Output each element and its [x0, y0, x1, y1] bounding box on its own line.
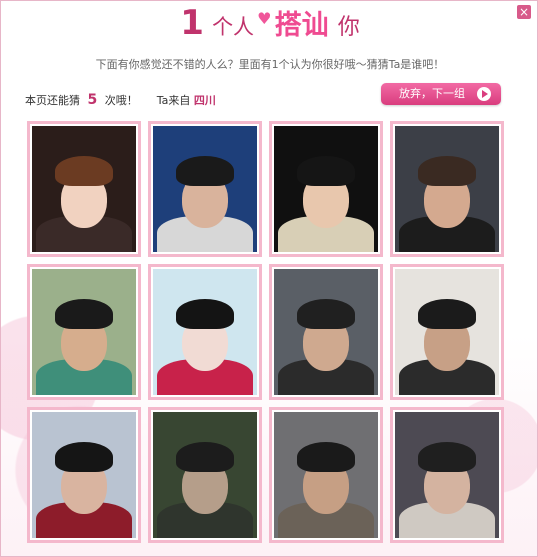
dialog-panel: × 1 个人 ♥ 搭讪 你 下面有你感觉还不错的人么？里面有1个认为你很好哦～猜…	[0, 0, 538, 557]
arrow-right-icon	[477, 87, 491, 101]
guess-suffix: 次哦！	[104, 94, 138, 107]
portrait-image	[395, 126, 499, 252]
portrait-hair	[55, 442, 113, 473]
profile-photo[interactable]	[390, 264, 504, 400]
profile-photo[interactable]	[148, 407, 262, 543]
portrait-image	[32, 412, 136, 538]
profile-photo[interactable]	[269, 407, 383, 543]
portrait-image	[274, 269, 378, 395]
profile-photo[interactable]	[148, 121, 262, 257]
guess-prefix: 本页还能猜	[25, 94, 80, 107]
profile-photo[interactable]	[390, 407, 504, 543]
portrait-hair	[418, 156, 476, 187]
portrait-hair	[55, 299, 113, 330]
region-name: 四川	[193, 94, 216, 107]
portrait-hair	[297, 299, 355, 330]
portrait-hair	[176, 442, 234, 473]
subtitle: 下面有你感觉还不错的人么？里面有1个认为你很好哦～猜猜Ta是谁吧！	[95, 58, 445, 71]
portrait-image	[32, 269, 136, 395]
portrait-hair	[55, 156, 113, 187]
from-label: Ta来自	[156, 94, 191, 107]
guess-info: 本页还能猜 5 次哦！ Ta来自 四川	[25, 92, 216, 108]
page-title: 1 个人 ♥ 搭讪 你	[1, 3, 537, 47]
title-part2: 搭讪	[274, 10, 329, 41]
profile-photo[interactable]	[269, 264, 383, 400]
profile-photo[interactable]	[148, 264, 262, 400]
skip-next-button[interactable]: 放弃，下一组	[381, 83, 501, 105]
profile-photo[interactable]	[27, 121, 141, 257]
portrait-image	[153, 412, 257, 538]
portrait-hair	[418, 299, 476, 330]
skip-next-label: 放弃，下一组	[399, 87, 465, 100]
title-number: 1	[180, 3, 204, 43]
title-part1: 个人	[212, 15, 255, 39]
profile-photo[interactable]	[27, 264, 141, 400]
portrait-image	[395, 412, 499, 538]
portrait-hair	[176, 156, 234, 187]
profile-photo[interactable]	[390, 121, 504, 257]
guess-count: 5	[87, 92, 98, 108]
portrait-image	[395, 269, 499, 395]
profile-photo[interactable]	[27, 407, 141, 543]
portrait-image	[153, 269, 257, 395]
portrait-image	[274, 412, 378, 538]
photo-grid	[27, 121, 504, 543]
portrait-image	[153, 126, 257, 252]
portrait-hair	[176, 299, 234, 330]
portrait-hair	[297, 442, 355, 473]
portrait-hair	[418, 442, 476, 473]
heart-icon: ♥	[257, 9, 272, 28]
portrait-image	[274, 126, 378, 252]
portrait-image	[32, 126, 136, 252]
profile-photo[interactable]	[269, 121, 383, 257]
portrait-hair	[297, 156, 355, 187]
title-part3: 你	[337, 15, 360, 40]
